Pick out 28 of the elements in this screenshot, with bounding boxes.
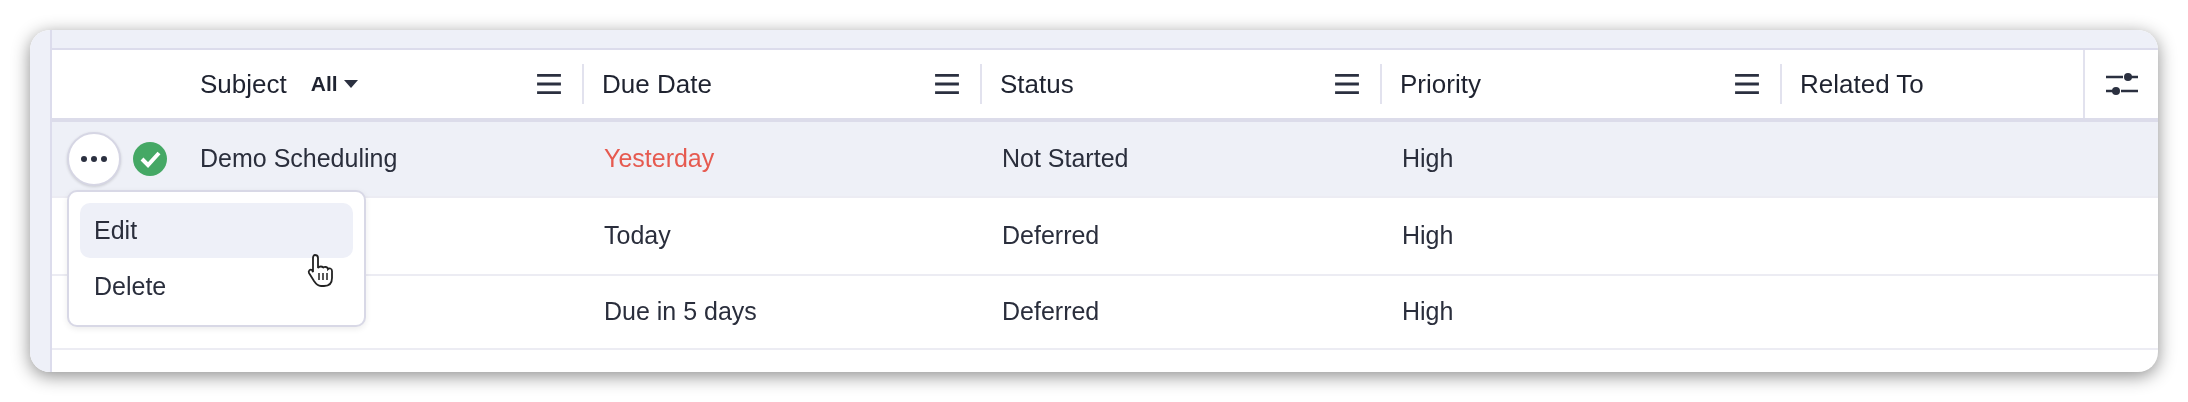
column-header[interactable]: Subject [200, 64, 287, 104]
table-cell: Demo Scheduling [200, 144, 398, 173]
table-cell: Not Started [1002, 144, 1129, 173]
table-cell: Today [604, 221, 671, 250]
menu-icon[interactable] [1334, 73, 1360, 95]
check-circle-icon[interactable] [133, 142, 167, 176]
table-row[interactable]: Demo Scheduling Yesterday Not Started High [52, 122, 2158, 198]
menu-icon[interactable] [1734, 73, 1760, 95]
menu-icon[interactable] [536, 73, 562, 95]
table-cell: Deferred [1002, 221, 1100, 250]
table-cell: High [1402, 221, 1454, 250]
ellipsis-icon [81, 156, 107, 162]
filter-dropdown[interactable]: All [310, 68, 358, 100]
table-cell: Deferred [1002, 297, 1100, 326]
column-header[interactable]: Status [1000, 64, 1074, 104]
column-header[interactable]: Due Date [602, 64, 712, 104]
caret-icon [343, 80, 358, 88]
table-cell: High [1402, 144, 1454, 173]
more-actions-button[interactable] [67, 132, 121, 186]
pointer-cursor-icon [307, 253, 333, 287]
table-cell: Yesterday [604, 144, 715, 173]
column-header[interactable]: Priority [1400, 64, 1481, 104]
table-cell: Due in 5 days [604, 297, 757, 326]
column-header[interactable]: Related To [1800, 64, 1924, 104]
menu-icon[interactable] [934, 73, 960, 95]
settings-icon[interactable] [2104, 72, 2139, 96]
menu-item[interactable]: Edit [80, 203, 353, 258]
table-cell: High [1402, 297, 1454, 326]
